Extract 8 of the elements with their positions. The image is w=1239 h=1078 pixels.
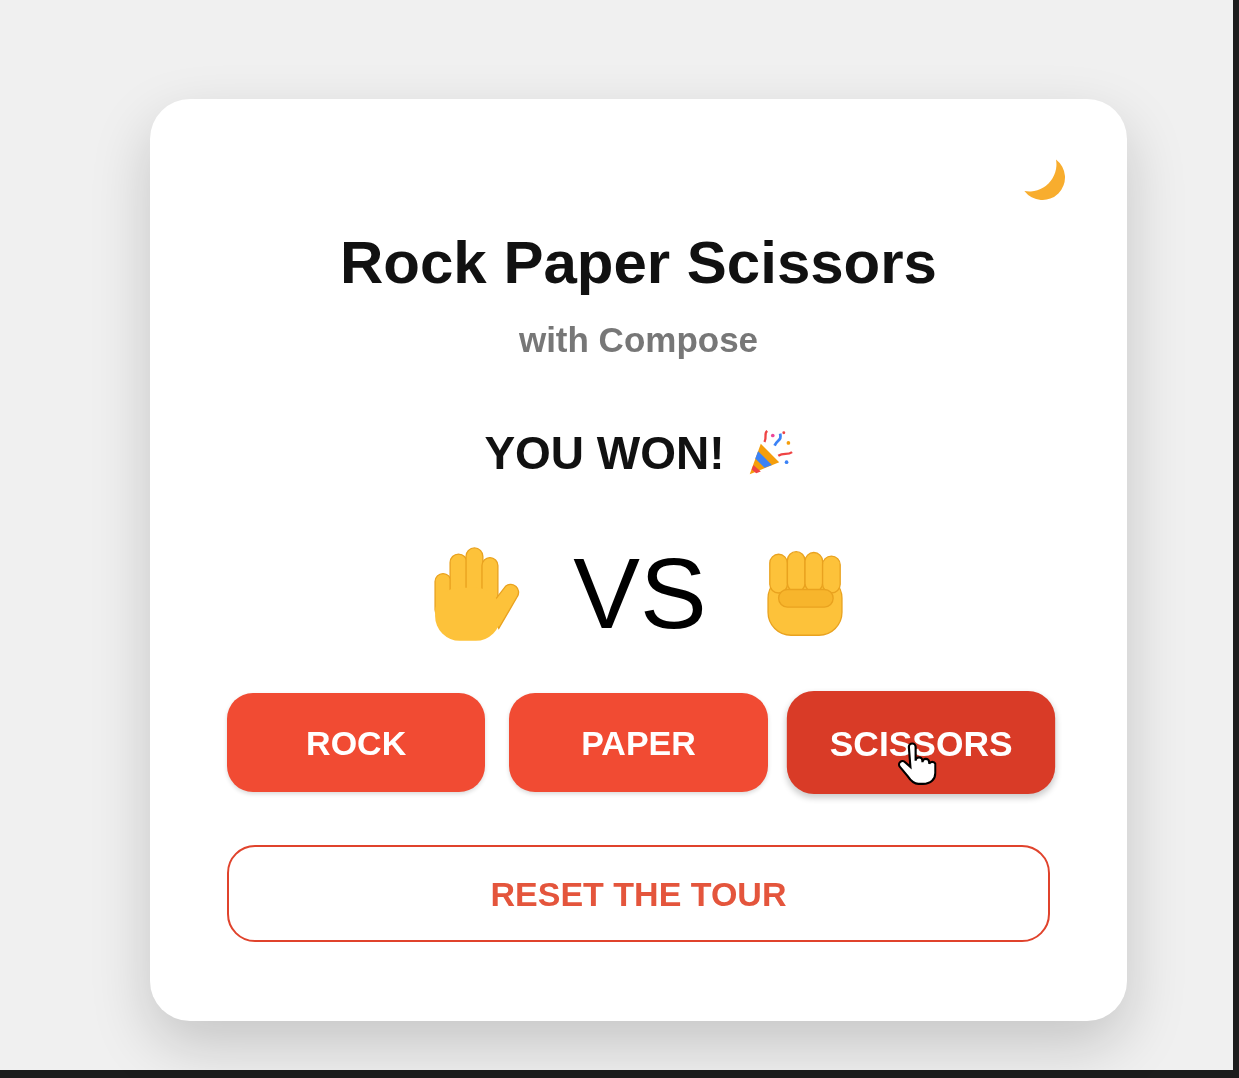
choice-button[interactable]: ROCK [227,693,486,792]
reset-button[interactable]: RESET THE TOUR [227,845,1050,942]
choice-button[interactable]: SCISSORS [786,691,1056,794]
versus-label: VS [573,543,707,643]
game-title: Rock Paper Scissors [340,233,937,293]
game-subtitle: with Compose [518,322,759,357]
choice-button[interactable]: PAPER [509,693,768,792]
result-text: YOU WON! [484,430,725,476]
